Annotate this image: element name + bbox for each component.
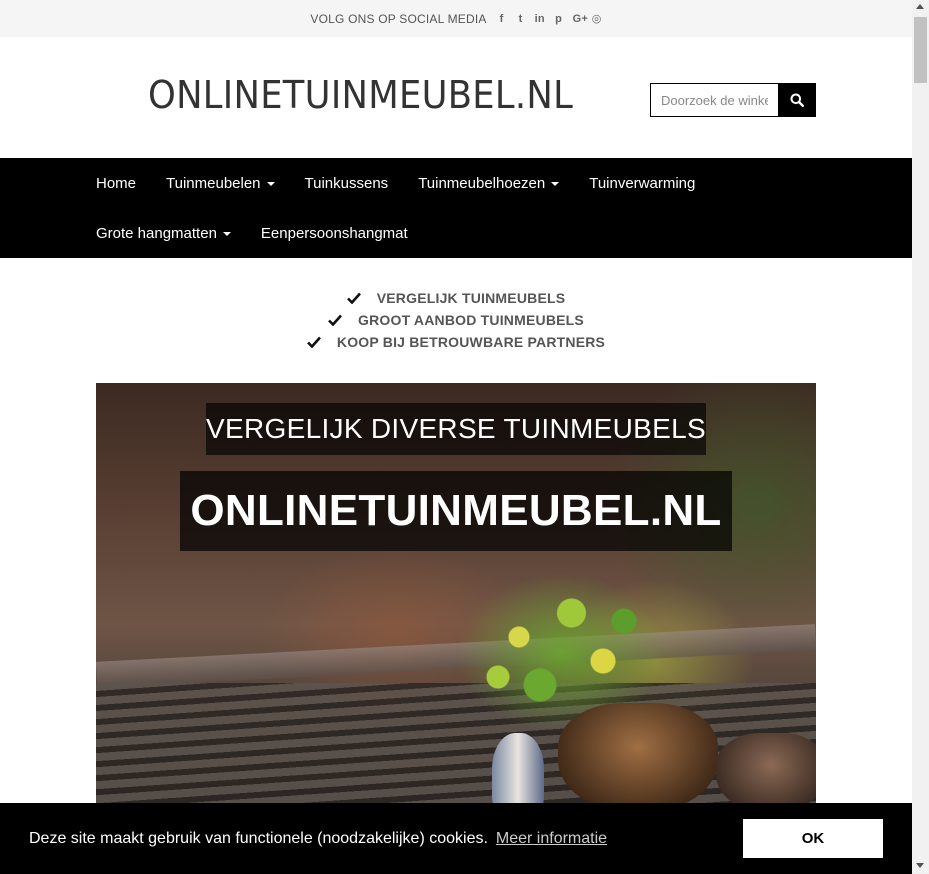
social-label: VOLG ONS OP SOCIAL MEDIA — [310, 11, 487, 26]
hero-bowl-image — [558, 703, 718, 813]
scrollbar-thumb[interactable] — [914, 17, 927, 83]
checkmark-icon — [328, 314, 342, 326]
nav-item-tuinmeubelhoezen[interactable]: Tuinmeubelhoezen — [418, 174, 560, 192]
nav-item-tuinverwarming[interactable]: Tuinverwarming — [589, 175, 695, 192]
usp-item: GROOT AANBOD TUINMEUBELS — [328, 311, 584, 329]
hero-banner: VERGELIJK DIVERSE TUINMEUBELS ONLINETUIN… — [96, 383, 816, 823]
nav-item-eenpersoonshangmat[interactable]: Eenpersoonshangmat — [261, 225, 408, 242]
facebook-icon[interactable]: f — [497, 13, 507, 25]
usp-list: VERGELIJK TUINMEUBELS GROOT AANBOD TUINM… — [0, 289, 912, 351]
hero-subtitle: VERGELIJK DIVERSE TUINMEUBELS — [206, 403, 706, 455]
twitter-icon[interactable]: t — [516, 13, 526, 25]
caret-down-icon — [266, 181, 275, 186]
caret-down-icon — [551, 181, 560, 186]
nav-label: Eenpersoonshangmat — [260, 224, 408, 242]
cookie-banner: Deze site maakt gebruik van functionele … — [0, 803, 912, 874]
search-icon — [790, 93, 804, 107]
nav-label: Tuinkussens — [304, 174, 389, 192]
nav-item-tuinkussens[interactable]: Tuinkussens — [305, 175, 389, 192]
instagram-icon[interactable]: ◎ — [592, 12, 602, 25]
usp-item: VERGELIJK TUINMEUBELS — [346, 289, 566, 307]
nav-label: Tuinverwarming — [589, 174, 696, 192]
social-links: f t in p G+ ◎ — [497, 12, 602, 26]
search-input[interactable] — [650, 83, 778, 117]
hero-title: ONLINETUINMEUBEL.NL — [180, 471, 732, 551]
nav-item-tuinmeubelen[interactable]: Tuinmeubelen — [166, 175, 275, 192]
search-button[interactable] — [778, 83, 816, 117]
checkmark-icon — [306, 336, 321, 348]
usp-text: VERGELIJK TUINMEUBELS — [376, 290, 566, 306]
social-topbar: VOLG ONS OP SOCIAL MEDIA f t in p G+ ◎ — [0, 0, 912, 37]
page-viewport: VOLG ONS OP SOCIAL MEDIA f t in p G+ ◎ O… — [0, 0, 912, 874]
linkedin-icon[interactable]: in — [535, 13, 545, 25]
caret-down-icon — [222, 231, 231, 236]
nav-row-2: Grote hangmatten Eenpersoonshangmat — [96, 208, 912, 258]
nav-item-home[interactable]: Home — [96, 175, 136, 192]
usp-text: GROOT AANBOD TUINMEUBELS — [358, 312, 584, 328]
google-plus-icon[interactable]: G+ — [573, 13, 588, 25]
vertical-scrollbar[interactable] — [912, 0, 929, 874]
site-header: ONLINETUINMEUBEL.NL — [0, 37, 912, 158]
checkmark-icon — [346, 292, 361, 304]
usp-text: KOOP BIJ BETROUWBARE PARTNERS — [336, 334, 606, 350]
hero-vase-image — [492, 733, 544, 813]
main-navigation: Home Tuinmeubelen Tuinkussens Tuinmeubel… — [0, 158, 912, 258]
nav-label: Tuinmeubelen — [166, 174, 261, 192]
cookie-ok-button[interactable]: OK — [743, 819, 883, 858]
hero-bowl-image — [716, 733, 816, 813]
cookie-more-info-link[interactable]: Meer informatie — [496, 830, 607, 848]
pinterest-icon[interactable]: p — [554, 13, 564, 25]
usp-item: KOOP BIJ BETROUWBARE PARTNERS — [306, 333, 606, 351]
scroll-down-arrow-icon[interactable] — [916, 863, 924, 868]
scroll-up-arrow-icon[interactable] — [916, 4, 924, 9]
nav-label: Grote hangmatten — [96, 224, 217, 242]
site-logo[interactable]: ONLINETUINMEUBEL.NL — [148, 73, 573, 117]
search-form — [650, 83, 816, 117]
nav-label: Tuinmeubelhoezen — [418, 174, 546, 192]
cookie-text: Deze site maakt gebruik van functionele … — [29, 829, 488, 847]
nav-row-1: Home Tuinmeubelen Tuinkussens Tuinmeubel… — [96, 158, 912, 208]
nav-item-grote-hangmatten[interactable]: Grote hangmatten — [96, 225, 231, 242]
nav-label: Home — [96, 174, 137, 192]
